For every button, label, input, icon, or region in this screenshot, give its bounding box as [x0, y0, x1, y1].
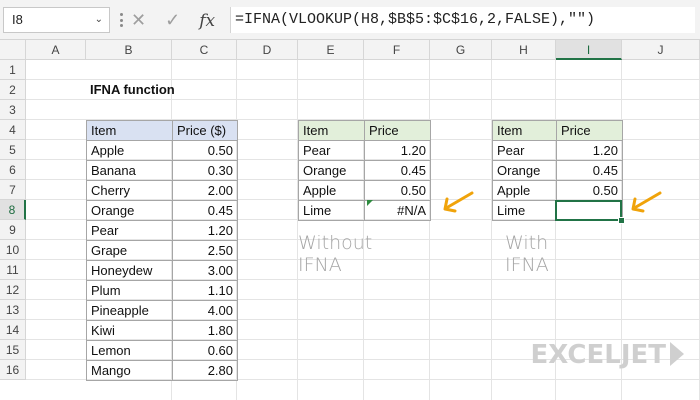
without-ifna-caption: Without IFNA — [298, 232, 373, 276]
row-header-11[interactable]: 11 — [0, 260, 26, 280]
cancel-icon[interactable]: ✕ — [131, 7, 146, 33]
row-header-14[interactable]: 14 — [0, 320, 26, 340]
table-cell[interactable]: #N/A — [364, 200, 431, 221]
column-header-c[interactable]: C — [172, 40, 237, 60]
active-cell-border[interactable] — [555, 200, 622, 221]
column-header-d[interactable]: D — [237, 40, 298, 60]
check-icon[interactable]: ✓ — [165, 7, 180, 33]
table-cell[interactable]: 1.20 — [556, 140, 623, 161]
insert-function-icon[interactable]: fx — [199, 8, 215, 34]
table-cell[interactable]: Pineapple — [86, 300, 173, 321]
table-cell[interactable]: Orange — [298, 160, 365, 181]
column-header-f[interactable]: F — [364, 40, 430, 60]
table-cell[interactable]: Apple — [298, 180, 365, 201]
formula-buttons: ✕ ✓ fx — [131, 7, 229, 34]
row-header-6[interactable]: 6 — [0, 160, 26, 180]
table-header-cell[interactable]: Price — [364, 120, 431, 141]
row-header-16[interactable]: 16 — [0, 360, 26, 380]
formula-bar: I8 ⌄ ✕ ✓ fx =IFNA(VLOOKUP(H8,$B$5:$C$16,… — [0, 0, 700, 40]
row-header-2[interactable]: 2 — [0, 80, 26, 100]
table-cell[interactable]: 1.80 — [172, 320, 238, 341]
table-cell[interactable]: Lime — [298, 200, 365, 221]
table-cell[interactable]: 1.20 — [364, 140, 431, 161]
gridline-col — [491, 60, 492, 400]
column-header-g[interactable]: G — [430, 40, 492, 60]
fill-handle[interactable] — [618, 217, 625, 224]
table-cell[interactable]: 2.00 — [172, 180, 238, 201]
logo-arrow-icon — [670, 342, 684, 366]
table-cell[interactable]: 0.45 — [172, 200, 238, 221]
logo-text: EXCELJET — [530, 340, 666, 370]
table-cell[interactable]: 1.20 — [172, 220, 238, 241]
row-header-10[interactable]: 10 — [0, 240, 26, 260]
table-cell[interactable]: Grape — [86, 240, 173, 261]
row-header-8[interactable]: 8 — [0, 200, 26, 220]
table-cell[interactable]: 2.80 — [172, 360, 238, 381]
table-header-cell[interactable]: Price — [556, 120, 623, 141]
table-cell[interactable]: Lemon — [86, 340, 173, 361]
table-header-cell[interactable]: Price ($) — [172, 120, 238, 141]
table-cell[interactable]: 0.50 — [556, 180, 623, 201]
row-header-1[interactable]: 1 — [0, 60, 26, 80]
column-header-b[interactable]: B — [86, 40, 172, 60]
drag-handle-icon[interactable] — [119, 13, 123, 27]
sheet-title[interactable]: IFNA function — [86, 80, 246, 100]
table-cell[interactable]: 0.45 — [556, 160, 623, 181]
table-cell[interactable]: 2.50 — [172, 240, 238, 261]
name-box-value: I8 — [12, 12, 23, 27]
column-header-j[interactable]: J — [622, 40, 700, 60]
table-header-cell[interactable]: Item — [492, 120, 557, 141]
column-header-h[interactable]: H — [492, 40, 556, 60]
select-all-corner[interactable] — [0, 40, 26, 60]
row-header-3[interactable]: 3 — [0, 100, 26, 120]
table-cell[interactable]: 0.45 — [364, 160, 431, 181]
table-cell[interactable]: Plum — [86, 280, 173, 301]
column-header-e[interactable]: E — [298, 40, 364, 60]
table-cell[interactable]: 1.10 — [172, 280, 238, 301]
row-header-13[interactable]: 13 — [0, 300, 26, 320]
table-cell[interactable]: 4.00 — [172, 300, 238, 321]
table-cell[interactable]: Kiwi — [86, 320, 173, 341]
table-cell[interactable]: Orange — [86, 200, 173, 221]
error-indicator-icon[interactable] — [367, 200, 373, 206]
column-header-a[interactable]: A — [26, 40, 86, 60]
table-cell[interactable]: Banana — [86, 160, 173, 181]
table-cell[interactable]: Pear — [86, 220, 173, 241]
row-header-4[interactable]: 4 — [0, 120, 26, 140]
table-cell[interactable]: 0.60 — [172, 340, 238, 361]
gridline-col — [363, 60, 364, 400]
arrow-icon — [443, 191, 474, 213]
table-cell[interactable]: Pear — [492, 140, 557, 161]
row-header-5[interactable]: 5 — [0, 140, 26, 160]
table-header-cell[interactable]: Item — [86, 120, 173, 141]
table-header-cell[interactable]: Item — [298, 120, 365, 141]
table-cell[interactable]: Apple — [86, 140, 173, 161]
formula-input[interactable]: =IFNA(VLOOKUP(H8,$B$5:$C$16,2,FALSE),"") — [230, 7, 695, 33]
table-cell[interactable]: Pear — [298, 140, 365, 161]
name-box[interactable]: I8 ⌄ — [3, 7, 110, 33]
row-header-12[interactable]: 12 — [0, 280, 26, 300]
table-cell[interactable]: Apple — [492, 180, 557, 201]
table-cell[interactable]: Orange — [492, 160, 557, 181]
table-cell[interactable]: 0.30 — [172, 160, 238, 181]
table-cell[interactable]: Honeydew — [86, 260, 173, 281]
with-ifna-caption: With IFNA — [505, 232, 549, 276]
gridline-col — [297, 60, 298, 400]
gridline-col — [429, 60, 430, 400]
row-header-7[interactable]: 7 — [0, 180, 26, 200]
arrow-icon — [631, 191, 662, 213]
exceljet-logo: EXCELJET — [531, 340, 684, 370]
row-header-9[interactable]: 9 — [0, 220, 26, 240]
table-cell[interactable]: 0.50 — [364, 180, 431, 201]
table-cell[interactable]: 0.50 — [172, 140, 238, 161]
table-cell[interactable]: Mango — [86, 360, 173, 381]
row-header-15[interactable]: 15 — [0, 340, 26, 360]
table-cell[interactable]: Cherry — [86, 180, 173, 201]
table-cell[interactable]: 3.00 — [172, 260, 238, 281]
chevron-down-icon[interactable]: ⌄ — [95, 8, 103, 32]
table-cell[interactable]: Lime — [492, 200, 557, 221]
column-header-i[interactable]: I — [556, 40, 622, 60]
